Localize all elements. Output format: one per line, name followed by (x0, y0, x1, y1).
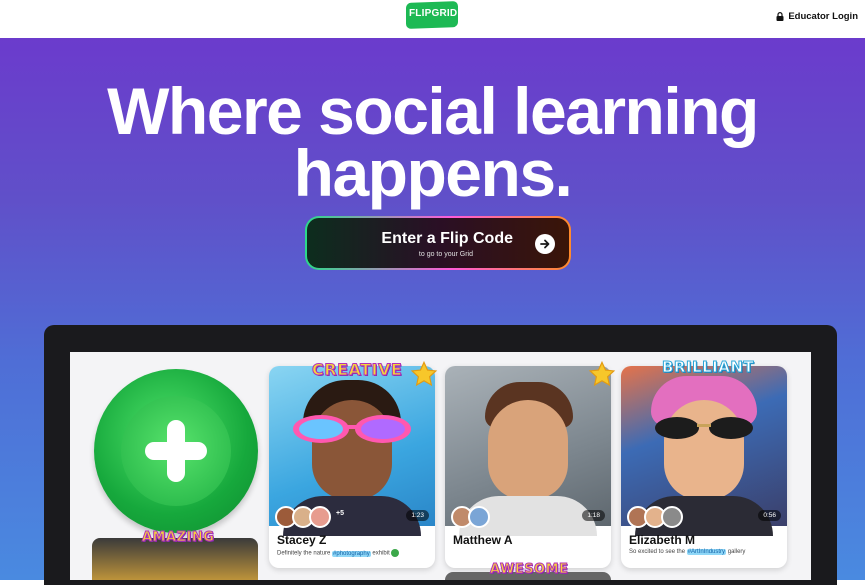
flipgrid-logo[interactable]: FLIPGRID (406, 1, 466, 34)
video-thumbnail: +5 1:23 (269, 366, 435, 536)
add-video-plus-icon (94, 369, 258, 533)
brilliant-sticker: BRILLIANT (661, 358, 755, 377)
enter-flip-code-button[interactable]: Enter a Flip Code to go to your Grid (305, 216, 571, 270)
star-icon (588, 360, 616, 387)
hero-headline: Where social learning happens. (0, 74, 865, 210)
avatar-group (627, 506, 683, 528)
avatar-group: +5 (275, 506, 344, 528)
video-card-stacey[interactable]: +5 1:23 Stacey Z Definitely the nature #… (269, 366, 435, 568)
awesome-sticker: AWESOME (489, 562, 569, 578)
duration-badge: 0:56 (758, 510, 781, 521)
headline-line-2: happens. (293, 136, 573, 210)
hashtag: #photography (332, 550, 371, 557)
duration-badge: 1:23 (406, 510, 429, 521)
tree-icon (391, 549, 400, 557)
video-thumbnail: 0:56 (621, 366, 787, 536)
card-caption: So excited to see the #ArtInIndustry gal… (629, 549, 746, 555)
video-card-elizabeth[interactable]: 0:56 Elizabeth M So excited to see the #… (621, 366, 787, 568)
card-name: Elizabeth M (629, 533, 696, 547)
creative-sticker: CREATIVE (311, 360, 403, 380)
card-name: Stacey Z (277, 533, 327, 547)
amazing-sticker: AMAZING (141, 530, 215, 546)
educator-login-label: Educator Login (788, 11, 858, 22)
avatar-group (451, 506, 490, 528)
cta-subtitle: to go to your Grid (418, 251, 473, 258)
educator-login-link[interactable]: Educator Login (776, 11, 858, 22)
video-card-matthew[interactable]: 1:18 Matthew A (445, 366, 611, 568)
card-name: Matthew A (453, 533, 513, 547)
video-thumbnail: 1:18 (445, 366, 611, 536)
star-icon (410, 360, 438, 387)
top-bar: FLIPGRID Educator Login (0, 0, 865, 38)
monitor-screen: AMAZING +5 1:23 Stacey Z Definitely the … (70, 352, 811, 580)
sunglasses-graphic (293, 415, 411, 443)
hashtag: #ArtInIndustry (686, 549, 727, 555)
extra-count: +5 (336, 510, 344, 517)
cta-title: Enter a Flip Code (381, 230, 513, 247)
duration-badge: 1:18 (582, 510, 605, 521)
sunglasses-graphic (655, 417, 753, 439)
lock-icon (776, 12, 784, 21)
card-caption: Definitely the nature #photography exhib… (277, 549, 400, 557)
logo-text: FLIPGRID (409, 8, 458, 19)
arrow-right-icon (535, 234, 555, 254)
headline-line-1: Where social learning (107, 74, 759, 148)
